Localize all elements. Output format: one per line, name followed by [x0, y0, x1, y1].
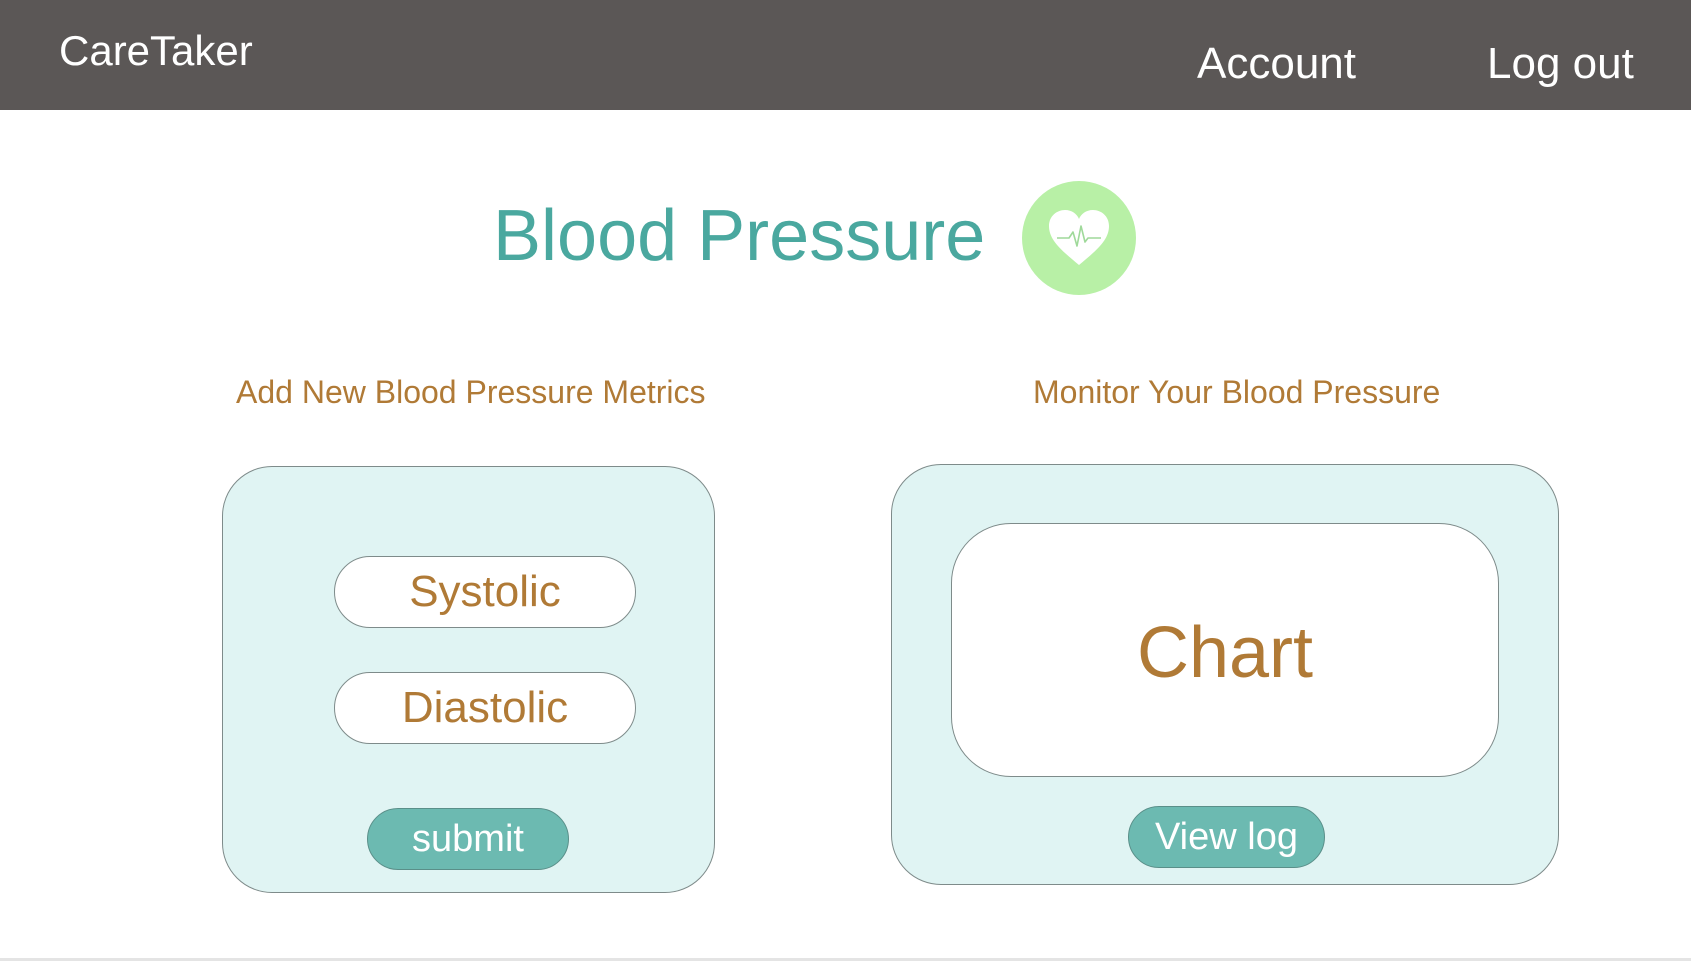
diastolic-input[interactable] — [334, 672, 636, 744]
top-navigation-bar: CareTaker Account Log out — [0, 0, 1691, 110]
heart-pulse-glyph — [1049, 210, 1109, 265]
view-log-button[interactable]: View log — [1128, 806, 1325, 868]
chart-label: Chart — [1136, 613, 1314, 693]
chart-placeholder[interactable]: Chart — [951, 523, 1499, 777]
monitor-heading: Monitor Your Blood Pressure — [1033, 374, 1441, 410]
heart-pulse-icon — [1022, 181, 1136, 295]
account-link[interactable]: Account — [1197, 42, 1356, 86]
page-title: Blood Pressure — [493, 196, 986, 276]
logout-link[interactable]: Log out — [1487, 42, 1634, 86]
systolic-input[interactable] — [334, 556, 636, 628]
submit-button[interactable]: submit — [367, 808, 569, 870]
add-metrics-heading: Add New Blood Pressure Metrics — [236, 374, 706, 410]
app-brand[interactable]: CareTaker — [59, 30, 253, 72]
bottom-divider — [0, 958, 1691, 961]
